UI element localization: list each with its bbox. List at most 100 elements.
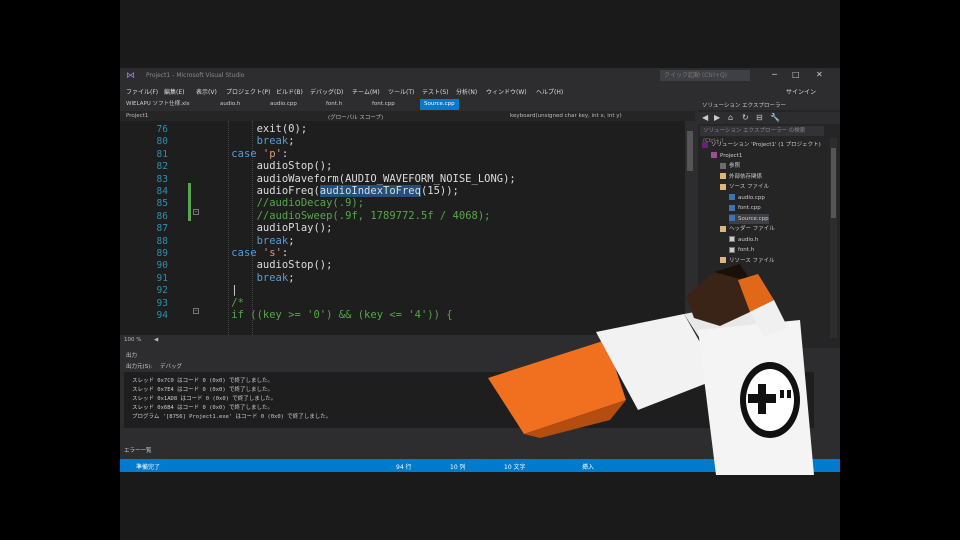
solution-tree-item[interactable]: Source.cpp <box>729 213 769 224</box>
title-bar: ⋈ Project1 - Microsoft Visual Studio クイッ… <box>120 68 840 84</box>
code-text: break; <box>256 271 295 284</box>
solution-tree-item[interactable]: audio.h <box>729 235 758 245</box>
code-line[interactable]: 89 case 's': <box>120 247 685 259</box>
output-line: スレッド 0x7C0 はコード 0 (0x0) で終了しました。 <box>132 378 273 384</box>
error-list-label: エラー一覧 <box>124 448 152 454</box>
menu-debug[interactable]: デバッグ(D) <box>310 87 343 96</box>
code-line[interactable]: 82 audioStop(); <box>120 160 685 172</box>
line-number: 94 <box>156 310 168 321</box>
status-column: 10 列 <box>450 464 466 471</box>
code-text: //audioDecay(.9); <box>256 197 365 210</box>
quick-launch-input[interactable]: クイック起動 (Ctrl+Q) <box>660 70 750 81</box>
tab-spec-xls[interactable]: WIELAPU ソフト仕様.xls <box>122 99 193 110</box>
code-line[interactable]: 88 break; <box>120 235 685 247</box>
menu-view[interactable]: 表示(V) <box>196 87 217 96</box>
menu-team[interactable]: チーム(M) <box>352 87 380 96</box>
menu-analyze[interactable]: 分析(N) <box>456 87 477 96</box>
code-text: audioPlay(); <box>206 222 333 235</box>
sol-icon <box>702 141 708 148</box>
menu-help[interactable]: ヘルプ(H) <box>536 87 563 96</box>
close-button[interactable]: ✕ <box>816 70 823 79</box>
solution-tree-item[interactable]: ソリューション 'Project1' (1 プロジェクト) <box>702 140 821 150</box>
code-line[interactable]: 80 break; <box>120 135 685 147</box>
solution-tree-item[interactable]: 外部依存関係 <box>720 172 762 182</box>
line-number: 91 <box>156 272 168 284</box>
menu-build[interactable]: ビルド(B) <box>276 87 303 96</box>
code-text: if ((key >= '0') && (key <= '4')) { <box>231 309 453 321</box>
line-number: 80 <box>156 136 168 148</box>
tree-item-label: 参照 <box>729 163 741 169</box>
code-text: case 's': <box>231 247 289 259</box>
collapse-all-icon[interactable]: ⊟ <box>756 113 763 122</box>
menu-tools[interactable]: ツール(T) <box>388 87 414 96</box>
signin-link[interactable]: サインイン <box>786 87 816 96</box>
code-line[interactable]: 81 case 'p': <box>120 148 685 160</box>
project-dropdown[interactable]: Project1 <box>126 113 148 119</box>
window-title: Project1 - Microsoft Visual Studio <box>146 72 245 79</box>
status-text: 準備完了 <box>136 464 161 471</box>
tree-item-label: Source.cpp <box>738 215 769 222</box>
folder-icon <box>720 183 726 190</box>
line-number: 93 <box>156 297 168 309</box>
tab-source-cpp[interactable]: Source.cpp <box>420 99 459 110</box>
tab-audio-h[interactable]: audio.h <box>216 99 244 110</box>
output-line: スレッド 0x6B4 はコード 0 (0x0) で終了しました。 <box>132 405 273 411</box>
code-line[interactable]: 85 //audioDecay(.9); <box>120 197 685 209</box>
solution-tree-item[interactable]: font.h <box>729 245 754 255</box>
output-title: 出力 <box>126 353 138 359</box>
tab-font-cpp[interactable]: font.cpp <box>368 99 399 110</box>
refresh-icon[interactable]: ↻ <box>742 113 749 122</box>
code-line[interactable]: 83 audioWaveform(AUDIO_WAVEFORM_NOISE_LO… <box>120 173 685 185</box>
tree-item-label: audio.h <box>738 236 759 243</box>
file-icon <box>729 236 735 242</box>
code-line[interactable]: 76 exit(0); <box>120 123 685 135</box>
line-number: 84 <box>156 186 168 197</box>
properties-icon[interactable]: 🔧 <box>770 113 780 122</box>
line-number: 82 <box>156 161 168 173</box>
line-number: 88 <box>156 235 168 247</box>
forward-icon[interactable]: ▶ <box>714 113 720 122</box>
solution-explorer-search-input[interactable]: ソリューション エクスプローラー の検索 (Ctrl+;) <box>700 126 824 144</box>
code-text: case 'p': <box>231 147 289 160</box>
menu-test[interactable]: テスト(S) <box>422 87 449 96</box>
solution-tree-item[interactable]: 参照 <box>720 161 740 171</box>
code-text: /* <box>231 296 244 309</box>
proj-icon <box>711 152 717 158</box>
visual-studio-logo-icon: ⋈ <box>126 71 135 81</box>
tab-audio-cpp[interactable]: audio.cpp <box>266 99 301 110</box>
menu-file[interactable]: ファイル(F) <box>126 87 158 96</box>
maximize-button[interactable]: □ <box>792 70 800 79</box>
solution-tree-item[interactable]: audio.cpp <box>729 193 765 203</box>
code-line[interactable]: 87 audioPlay(); <box>120 222 685 234</box>
solution-tree-item[interactable]: ヘッダー ファイル <box>720 224 775 234</box>
tree-item-label: Project1 <box>720 152 743 159</box>
back-icon[interactable]: ◀ <box>702 113 708 122</box>
scope-dropdown[interactable]: (グローバル スコープ) <box>328 113 383 121</box>
menu-bar: ファイル(F) 編集(E) 表示(V) プロジェクト(P) ビルド(B) デバッ… <box>120 84 840 98</box>
line-number: 76 <box>156 124 168 135</box>
mascot-character <box>488 264 814 475</box>
code-line[interactable]: 86 //audioSweep(.9f, 1789772.5f / 4068); <box>120 210 685 222</box>
menu-edit[interactable]: 編集(E) <box>164 87 184 96</box>
menu-window[interactable]: ウィンドウ(W) <box>486 87 527 96</box>
menu-project[interactable]: プロジェクト(P) <box>226 87 270 96</box>
solution-tree-item[interactable]: ソース ファイル <box>720 182 769 192</box>
navigation-bar: Project1 (グローバル スコープ) keyboard(unsigned … <box>120 111 695 121</box>
scrollbar-thumb[interactable] <box>687 131 693 171</box>
solution-tree-item[interactable]: font.cpp <box>729 203 761 213</box>
output-source-dropdown[interactable]: デバッグ <box>160 362 182 370</box>
line-number: 81 <box>156 148 168 160</box>
code-line[interactable]: 84 audioFreq(audioIndexToFreq(15)); <box>120 185 685 197</box>
line-number: 86 <box>156 210 168 222</box>
scroll-left-icon[interactable]: ◀ <box>154 337 158 343</box>
home-icon[interactable]: ⌂ <box>728 113 733 122</box>
function-dropdown[interactable]: keyboard(unsigned char key, int x, int y… <box>510 113 622 119</box>
scrollbar-thumb[interactable] <box>831 148 836 218</box>
output-source-label: 出力元(S): <box>126 364 153 370</box>
tab-font-h[interactable]: font.h <box>322 99 346 110</box>
folder-icon <box>720 173 726 179</box>
solution-tree-item[interactable]: Project1 <box>711 151 742 161</box>
zoom-level[interactable]: 100 % <box>124 337 141 343</box>
minimize-button[interactable]: ─ <box>772 70 777 79</box>
cpp-icon <box>729 194 735 200</box>
